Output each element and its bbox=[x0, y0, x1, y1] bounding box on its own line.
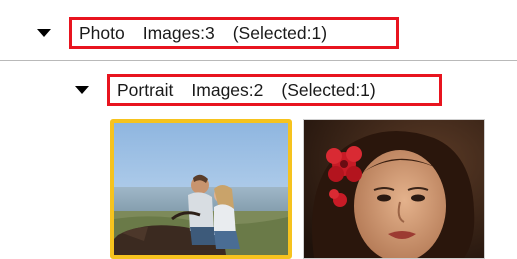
thumbnail-couple-photo[interactable] bbox=[110, 119, 292, 259]
group-name: Portrait bbox=[117, 79, 174, 100]
section-divider bbox=[0, 60, 517, 61]
woman-with-flower-photo-image bbox=[304, 120, 484, 258]
group-header-portrait[interactable]: Portrait Images:2 (Selected:1) bbox=[107, 74, 442, 106]
group-image-count: Images:2 bbox=[191, 79, 264, 100]
triangle-down-icon bbox=[37, 29, 51, 37]
group-selected-count: (Selected:1) bbox=[281, 79, 376, 100]
group-row-portrait: Portrait Images:2 (Selected:1) bbox=[74, 74, 442, 106]
couple-photo-image bbox=[114, 123, 288, 255]
expand-toggle-photo[interactable] bbox=[36, 26, 52, 40]
group-name: Photo bbox=[79, 22, 125, 43]
group-header-photo[interactable]: Photo Images:3 (Selected:1) bbox=[69, 17, 399, 49]
expand-toggle-portrait[interactable] bbox=[74, 83, 90, 97]
group-row-photo: Photo Images:3 (Selected:1) bbox=[36, 17, 399, 49]
triangle-down-icon bbox=[75, 86, 89, 94]
thumbnail-woman-with-flower-photo[interactable] bbox=[303, 119, 485, 259]
group-image-count: Images:3 bbox=[142, 22, 215, 43]
group-selected-count: (Selected:1) bbox=[232, 22, 328, 43]
